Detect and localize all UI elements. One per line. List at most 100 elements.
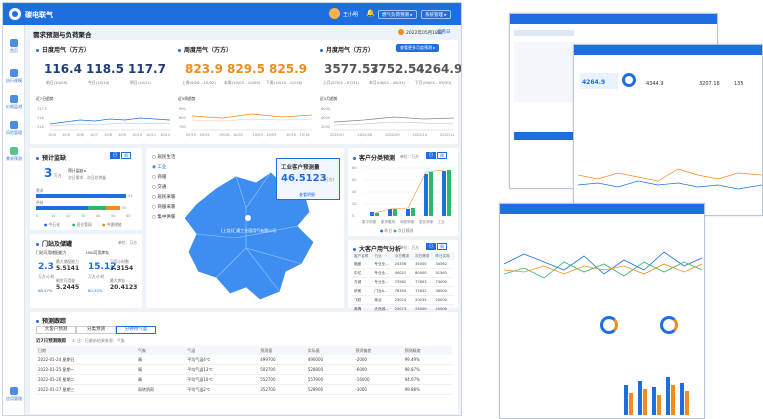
customer-panel: 客户分类预测 单位：万方 日 周 80 60 40 20 0 集中供暖 集采暖用 商服采暖 居… <box>348 148 458 236</box>
forecast-detail-link[interactable]: 查看明细 <box>299 192 315 198</box>
alarm-tab-week[interactable]: 周 <box>121 152 131 159</box>
table-cell: 2022-01-24 星期日 <box>38 356 75 362</box>
industry-option[interactable]: ○ 集中供暖 <box>152 214 175 220</box>
table-row[interactable]: 飞跃 商业 25024 20035 20000 <box>352 296 454 305</box>
industry-option[interactable]: ◉ 工业 <box>152 164 166 170</box>
sidebar-item-demand[interactable]: 需求预测 <box>5 147 23 162</box>
page-title: 需求预测与负荷聚合 <box>33 31 92 39</box>
table-cell: 36000 <box>435 289 447 293</box>
monthly-title: 月度用气（万方） <box>320 45 374 54</box>
y-tick-label: 0 <box>352 214 355 218</box>
customer-tab-week[interactable]: 周 <box>437 152 447 159</box>
x-tick-label: 2022/08 <box>357 133 373 137</box>
alarm-desc-formula: 次日需求 - 次日总供量 <box>68 175 106 180</box>
industry-option[interactable]: ○ 居民生活 <box>152 154 175 160</box>
monthly-more-button[interactable]: 查看更多月度预测 ▸ <box>396 44 440 52</box>
lng-hours-value: 3.3154 <box>110 265 134 272</box>
table-cell: 40021 <box>394 271 407 275</box>
avatar[interactable] <box>329 8 340 19</box>
monthly-label-3: 下月(09/01 - 09/30) <box>415 80 452 85</box>
monthly-label-2: 本月(08/01 - 08/31) <box>369 80 406 85</box>
table-cell: 专业业... <box>374 261 389 266</box>
system-menu-button[interactable]: 系统管理 ▸ <box>421 10 451 19</box>
tank-title: 门站及储罐 <box>36 239 72 248</box>
bell-icon[interactable]: 🔔 <box>366 9 375 17</box>
weekly-y-tick: 700 <box>179 125 186 129</box>
sidebar-item-price[interactable]: 价格监测 <box>5 95 23 110</box>
username[interactable]: 王小明 <box>343 11 358 18</box>
legend-kunlun: ● 昆仑管网 <box>72 222 92 227</box>
industry-option-label: 工业 <box>157 165 167 170</box>
table-header-cell: 预测偏差 <box>355 347 372 353</box>
table-cell: 2022-01-27 星期三 <box>38 386 75 392</box>
mock-back-left-list <box>514 42 574 102</box>
forecast-menu-button[interactable]: 燃气负荷预测 ▸ <box>378 10 417 19</box>
weekly-label-2: 本周(10/03 - 10/09) <box>224 80 261 85</box>
view-day-button[interactable]: 查看日 <box>437 29 451 35</box>
table-row[interactable]: 2022-01-24 星期日 晴 平均气温4℃ 499700 490000 -2000 99… <box>36 355 452 365</box>
weekly-y-tick: 900 <box>179 107 186 111</box>
industry-option[interactable]: ○ 商服 <box>152 174 166 180</box>
kpi-row: 日度用气（万方） 116.4 118.5 117.7 前日(10/09) 今日(… <box>30 40 461 144</box>
table-row[interactable]: 2022-01-26 星期二 晴 平均气温10℃ 552700 557900 -16000… <box>36 375 452 385</box>
station-max-value: 5.5141 <box>56 265 80 272</box>
table-cell: -2000 <box>355 357 367 362</box>
sidebar-item-apps[interactable]: 应用管理 <box>5 387 23 402</box>
weekly-label-3: 下周(10/10 - 10/16) <box>266 80 303 85</box>
table-cell: 2022-01-26 星期二 <box>38 376 75 382</box>
legend-sinopec: ● 中石化 <box>44 222 60 227</box>
x-tick-label: 2022/10 <box>412 133 428 137</box>
table-row[interactable]: 中亿 专业业... 40021 80000 51563 <box>352 269 454 278</box>
x-tick-label: 10/11 <box>146 133 157 137</box>
table-row[interactable]: 伊美 门业A... 76350 77832 36000 <box>352 287 454 296</box>
x-tick-label: 10/12 <box>160 133 171 137</box>
industry-option[interactable]: ○ 居民采暖 <box>152 194 175 200</box>
table-row[interactable]: 万城 专业业... 75562 77893 73000 <box>352 278 454 287</box>
table-cell: 雨转阴雨 <box>137 386 154 392</box>
table-cell: 352700 <box>260 387 276 392</box>
table-row[interactable]: 2022-01-25 星期一 晴 平均气温13℃ 502700 528800 -6000 9… <box>36 365 452 375</box>
table-cell: 晴 <box>137 356 142 362</box>
alarm-desc[interactable]: 预计监缺 ▸ <box>68 168 86 174</box>
tab-big-customer[interactable]: 大客户预测 <box>36 326 76 334</box>
forecast-callout: 工业客户预测量 46.5123 (万方) 查看明细 <box>276 158 340 200</box>
alarm-tab-day[interactable]: 日 <box>110 152 120 159</box>
scale-icon <box>10 69 18 77</box>
home-icon <box>10 39 18 47</box>
table-cell: 中亿 <box>354 270 362 275</box>
table-cell: 20000 <box>435 298 447 302</box>
alarm-unit: 万方 <box>54 173 62 178</box>
industry-option[interactable]: ○ 商服采暖 <box>152 204 175 210</box>
mock-front-topbar <box>500 204 704 214</box>
x-tick-label: 10/9 <box>118 133 126 137</box>
table-cell: 80000 <box>415 271 427 275</box>
table-cell: 平均气温10℃ <box>187 376 213 382</box>
sidebar-item-scale[interactable]: 执行规模 <box>5 69 23 84</box>
customer-title: 客户分类预测 <box>353 153 395 162</box>
table-row[interactable]: 2022-01-27 星期三 雨转阴雨 平均气温2℃ 352700 528900 -300… <box>36 385 452 395</box>
alarm-value: 3 <box>44 166 53 180</box>
industry-option[interactable]: ○ 交通 <box>152 184 166 190</box>
price-icon <box>10 95 18 103</box>
sidebar-item-home[interactable]: 首页 <box>5 39 23 54</box>
customer-tab-day[interactable]: 日 <box>426 152 436 159</box>
tab-class-forecast[interactable]: 分类预测 <box>76 326 116 334</box>
table-header-cell: 昨日实际 <box>435 253 450 258</box>
table-cell: 飞跃 <box>354 297 362 302</box>
x-tick-label: 10/6 <box>76 133 84 137</box>
tab-minute-usage[interactable]: 分钟用气量 <box>116 326 156 334</box>
table-header-cell: 行业 <box>374 253 382 258</box>
sidebar-item-risk[interactable]: 风险管理 <box>5 121 23 136</box>
table-cell: -6000 <box>355 367 367 372</box>
weekly-title: 周度用气（万方） <box>178 45 232 54</box>
tank-unit: 单位：万方 <box>118 240 137 245</box>
big-customer-tab-day[interactable]: 日 <box>426 243 436 250</box>
industry-option-label: 居民采暖 <box>157 195 176 200</box>
x-tick-label: 2022/07 <box>330 133 345 137</box>
daily-y-tick: 114 <box>37 125 44 129</box>
table-cell: 平均气温2℃ <box>187 386 211 392</box>
table-row[interactable]: 福盛 专业业... 24356 35000 34562 <box>352 260 454 269</box>
table-cell: 77832 <box>415 289 427 293</box>
big-customer-tab-week[interactable]: 周 <box>437 243 447 250</box>
table-cell: 门业A... <box>374 288 388 293</box>
